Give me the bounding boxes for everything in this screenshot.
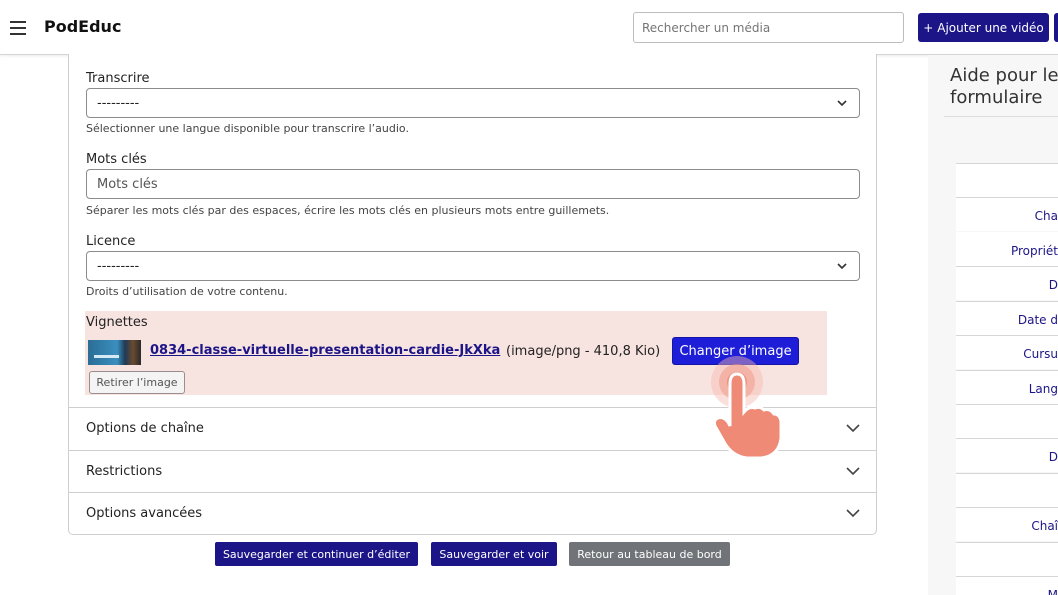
keywords-placeholder: Mots clés: [97, 177, 158, 192]
keywords-help: Séparer les mots clés par des espaces, é…: [86, 204, 610, 217]
keywords-label: Mots clés: [86, 152, 147, 167]
help-item[interactable]: Lang: [956, 370, 1058, 404]
keywords-input[interactable]: Mots clés: [86, 169, 860, 199]
save-continue-button[interactable]: Sauvegarder et continuer d’éditer: [215, 542, 418, 566]
chevron-down-icon: [837, 263, 847, 270]
help-panel: Aide pour le formulaire Cha Propriét D D…: [928, 55, 1058, 595]
accordion-label: Restrictions: [86, 464, 163, 479]
help-item[interactable]: Chaî: [956, 507, 1058, 541]
help-item[interactable]: [956, 404, 1058, 438]
chevron-down-icon: [846, 467, 860, 476]
license-help: Droits d’utilisation de votre contenu.: [86, 285, 288, 298]
remove-image-button[interactable]: Retirer l’image: [89, 371, 185, 394]
help-item[interactable]: [956, 542, 1058, 576]
transcribe-value: ---------: [97, 96, 140, 111]
search-input[interactable]: [633, 12, 904, 43]
add-video-button[interactable]: + Ajouter une vidéo: [918, 13, 1049, 42]
thumbnail-label: Vignettes: [86, 315, 148, 330]
user-menu-button[interactable]: [1054, 13, 1058, 42]
save-view-button[interactable]: Sauvegarder et voir: [431, 542, 557, 566]
help-item[interactable]: D: [956, 438, 1058, 472]
license-select[interactable]: ---------: [86, 251, 860, 281]
help-item[interactable]: [956, 163, 1058, 197]
thumbnail-file-link[interactable]: 0834-classe-virtuelle-presentation-cardi…: [150, 343, 500, 358]
chevron-down-icon: [846, 509, 860, 518]
license-value: ---------: [97, 259, 140, 274]
back-dashboard-button[interactable]: Retour au tableau de bord: [569, 542, 730, 566]
help-item[interactable]: Cha: [956, 197, 1058, 231]
thumbnail-image: [88, 340, 141, 365]
help-item[interactable]: M: [956, 576, 1058, 595]
help-item[interactable]: Cursu: [956, 335, 1058, 369]
transcribe-select[interactable]: ---------: [86, 88, 860, 118]
thumbnail-meta: (image/png - 410,8 Kio): [506, 344, 661, 359]
divider: [944, 116, 1058, 117]
top-header: PodEduc +Ajouter une vidéo: [0, 0, 1058, 55]
transcribe-label: Transcrire: [86, 71, 150, 86]
transcribe-help: Sélectionner une langue disponible pour …: [86, 122, 409, 135]
help-item[interactable]: Propriét: [956, 232, 1058, 266]
accordion-label: Options de chaîne: [86, 421, 204, 436]
pointer-hand-icon: [711, 356, 783, 460]
help-panel-title: Aide pour le formulaire: [950, 65, 1058, 108]
plus-icon: +: [923, 20, 934, 35]
chevron-down-icon: [846, 424, 860, 433]
brand-logo[interactable]: PodEduc: [44, 17, 121, 36]
accordion-label: Options avancées: [86, 506, 203, 521]
chevron-down-icon: [837, 100, 847, 107]
help-item[interactable]: [956, 473, 1058, 507]
add-video-label: Ajouter une vidéo: [937, 20, 1044, 35]
help-item[interactable]: D: [956, 266, 1058, 300]
menu-icon[interactable]: [10, 21, 26, 35]
accordion-advanced-options[interactable]: Options avancées: [69, 492, 876, 535]
license-label: Licence: [86, 234, 136, 249]
help-item[interactable]: Date d: [956, 301, 1058, 335]
